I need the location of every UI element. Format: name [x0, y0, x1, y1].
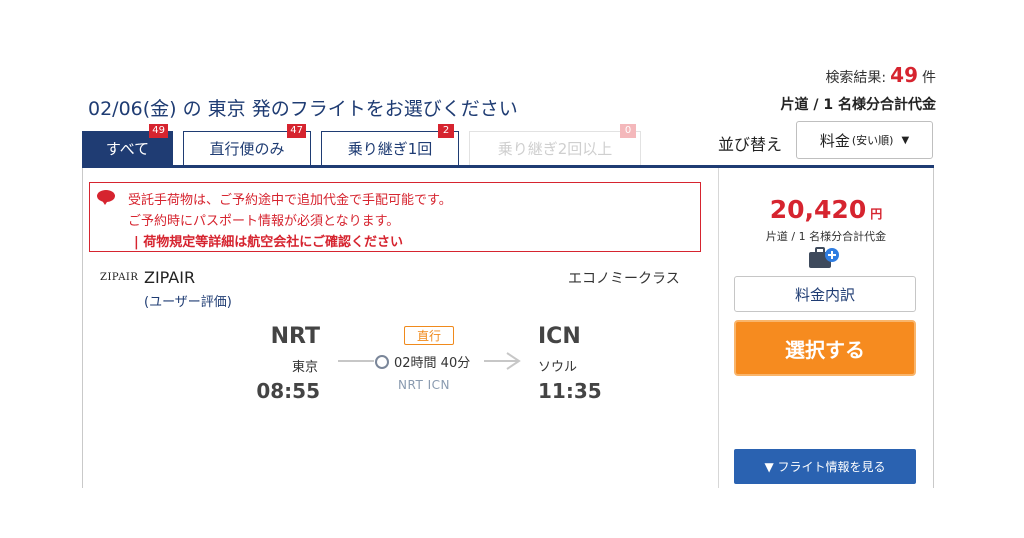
flight-info-button[interactable]: ▼ フライト情報を見る — [734, 449, 916, 484]
route-codes: NRT ICN — [398, 378, 450, 392]
fare-price: 20,420 円 — [730, 195, 922, 224]
clock-icon — [375, 355, 389, 369]
cabin-class: エコノミークラス — [568, 271, 680, 287]
notice-line-link[interactable]: | 荷物規定等詳細は航空会社にご確認ください — [134, 231, 403, 250]
tab-direct-only[interactable]: 直行便のみ 47 — [183, 124, 311, 165]
fare-basis-note: 片道 / 1 名様分合計代金 — [765, 230, 887, 243]
sort-value: 料金 — [819, 131, 850, 150]
route-line — [338, 360, 374, 362]
flight-duration: 02時間 40分 — [394, 356, 471, 371]
tab-one-connection[interactable]: 乗り継ぎ1回 2 — [321, 124, 459, 165]
sort-select[interactable]: 料金 (安い順) ▼ — [796, 121, 933, 159]
tab-two-plus-connections: 乗り継ぎ2回以上 0 — [469, 124, 641, 165]
price-basis-note: 片道 / 1 名様分合計代金 — [780, 97, 936, 113]
sort-value-sub: (安い順) — [851, 134, 894, 147]
result-count: 検索結果: 49 件 — [825, 63, 936, 87]
arrival-airport-code: ICN — [538, 324, 581, 349]
caret-down-icon: ▼ — [901, 134, 910, 146]
airline-logo: ZIPAIR — [100, 272, 139, 283]
speech-bubble-icon — [97, 190, 115, 205]
departure-airport-code: NRT — [270, 324, 320, 349]
card-divider — [718, 168, 719, 488]
fare-breakdown-button[interactable]: 料金内訳 — [734, 276, 916, 312]
direct-flight-tag: 直行 — [404, 326, 454, 345]
baggage-passport-notice: 受託手荷物は、ご予約途中で追加代金で手配可能です。 ご予約時にパスポート情報が必… — [89, 182, 701, 252]
arrival-city: ソウル — [538, 360, 578, 375]
arrival-time: 11:35 — [538, 379, 602, 403]
tab-count-badge: 0 — [620, 124, 636, 138]
departure-time: 08:55 — [256, 379, 320, 403]
tab-label: すべて — [105, 140, 150, 158]
result-count-unit: 件 — [922, 70, 936, 86]
notice-line: ご予約時にパスポート情報が必須となります。 — [128, 214, 400, 229]
tab-label: 直行便のみ — [209, 140, 285, 158]
result-count-label: 検索結果: — [825, 70, 887, 86]
tab-count-badge: 49 — [149, 124, 168, 138]
departure-city: 東京 — [291, 360, 318, 375]
airline-name: ZIPAIR — [144, 268, 196, 287]
tab-count-badge: 2 — [438, 124, 454, 138]
tab-label: 乗り継ぎ1回 — [347, 140, 433, 158]
notice-line: 受託手荷物は、ご予約途中で追加代金で手配可能です。 — [128, 193, 452, 208]
fare-amount: 20,420 — [769, 195, 867, 224]
page-title: 02/06(金) の 東京 発のフライトをお選びください — [88, 98, 518, 120]
select-flight-button[interactable]: 選択する — [734, 320, 916, 376]
fare-currency: 円 — [870, 207, 883, 221]
tab-label: 乗り継ぎ2回以上 — [497, 140, 613, 158]
baggage-plus-icon — [808, 246, 840, 270]
sort-label: 並び替え — [718, 135, 783, 154]
tab-all[interactable]: すべて 49 — [82, 124, 173, 165]
tab-count-badge: 47 — [287, 124, 306, 138]
result-count-number: 49 — [890, 63, 918, 87]
user-rating-link[interactable]: (ユーザー評価) — [144, 291, 232, 310]
